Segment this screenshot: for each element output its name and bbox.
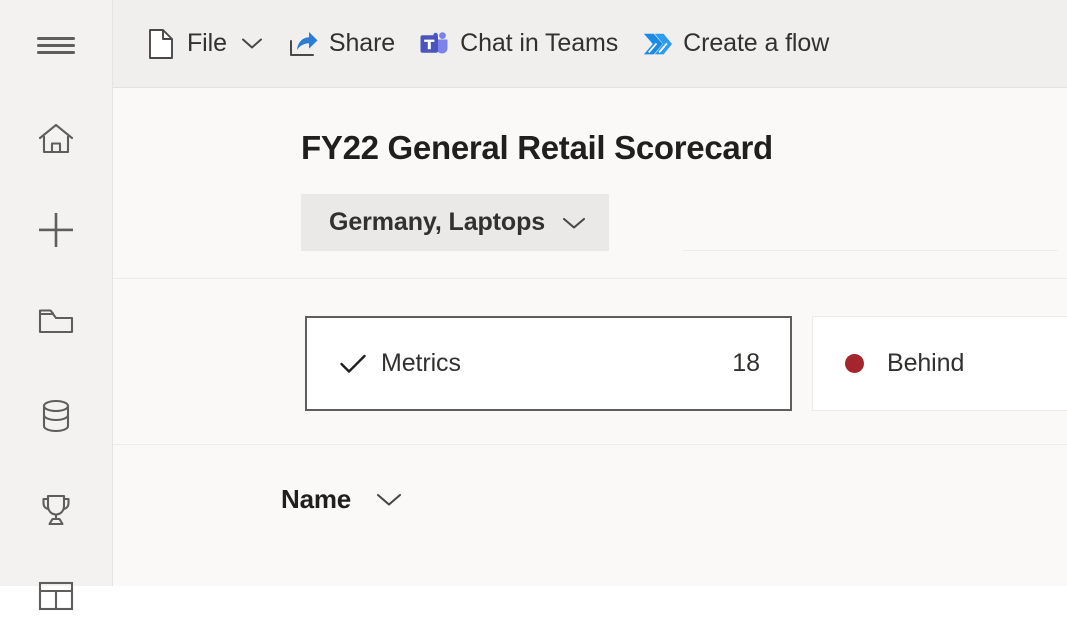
chevron-down-icon [561,215,587,231]
share-icon [288,30,318,58]
column-header-label: Name [281,483,352,514]
table-divider [113,444,1067,446]
filter-row: Germany, Laptops [301,194,1067,252]
create-a-flow-button[interactable]: Create a flow [630,16,841,72]
file-menu-button[interactable]: File [134,16,276,72]
sidebar-item-browse[interactable] [0,290,112,352]
sidebar-item-workspace[interactable] [0,565,112,627]
file-menu-label: File [187,29,227,57]
status-card-metrics[interactable]: Metrics 18 [305,316,792,412]
chevron-down-icon [375,491,403,508]
page-title: FY22 General Retail Scorecard [301,129,773,166]
folder-icon [37,305,75,337]
status-card-behind[interactable]: Behind [812,316,1067,412]
column-header-name[interactable]: Name [281,484,403,515]
teams-icon [419,30,449,58]
share-label: Share [328,29,396,57]
chat-in-teams-label: Chat in Teams [460,29,619,57]
command-bar: File Share Chat in Teams Create a flow [113,0,1067,88]
status-card-label: Metrics [381,349,461,378]
table-icon [37,580,75,612]
nav-toggle-button[interactable] [0,14,112,76]
create-a-flow-label: Create a flow [683,29,830,57]
file-icon [146,28,176,60]
sidebar-item-goals[interactable] [0,479,112,541]
status-dot-icon [845,354,875,374]
sidebar-item-create[interactable] [0,199,112,261]
status-card-label: Behind [887,349,965,378]
sidebar-item-data[interactable] [0,385,112,447]
sidebar-item-home[interactable] [0,108,112,170]
trophy-icon [38,492,74,528]
filter-label: Germany, Laptops [329,208,546,237]
scorecard-filter-dropdown[interactable]: Germany, Laptops [301,194,610,252]
chat-in-teams-button[interactable]: Chat in Teams [407,16,630,72]
status-card-list: Metrics 18 Behind [305,316,1067,412]
scorecard-app: File Share Chat in Teams Create a flow F… [0,0,1067,611]
checkmark-icon [339,353,369,375]
home-icon [37,121,75,157]
database-icon [40,398,72,434]
status-card-count: 18 [732,349,760,378]
metrics-table-header: Name [281,479,1067,519]
header-divider [113,278,1067,280]
share-button[interactable]: Share [276,16,407,72]
scorecard-header: FY22 General Retail Scorecard Germany, L… [113,88,1067,280]
chevron-down-icon [240,36,264,51]
plus-icon [36,210,76,250]
filter-divider [683,250,1058,252]
left-navigation-rail [0,0,113,611]
power-automate-icon [642,30,673,58]
hamburger-menu-icon [34,30,78,60]
content-pane: File Share Chat in Teams Create a flow F… [113,0,1067,586]
